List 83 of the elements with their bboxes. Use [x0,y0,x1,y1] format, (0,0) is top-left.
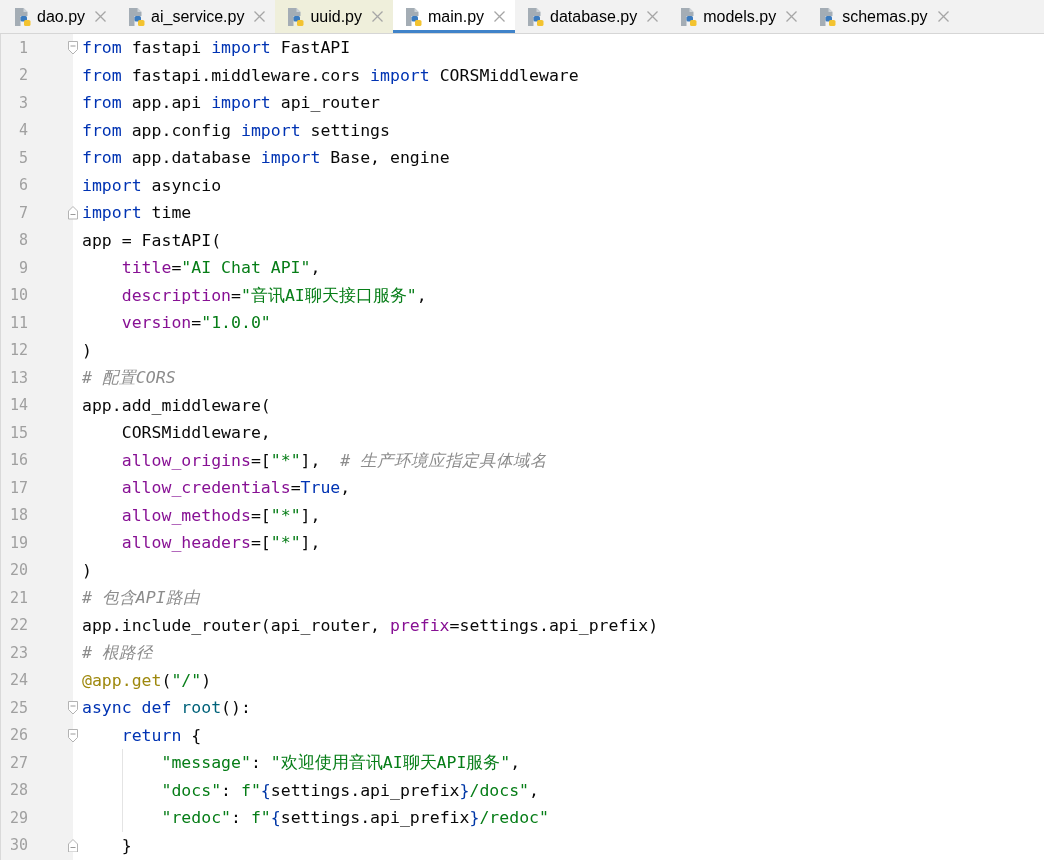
line-number: 26 [8,726,28,745]
code-line: # 配置CORS [82,367,176,389]
code-line: description="音讯AI聊天接口服务", [120,284,427,307]
fold-icon[interactable] [68,701,78,715]
line-number: 25 [8,698,28,717]
close-icon[interactable] [372,11,383,22]
code-line: allow_headers=["*"], [120,532,321,554]
code-line: from fastapi.middleware.cors import CORSMiddleware [82,64,579,87]
fold-icon[interactable] [68,728,78,742]
code-line: app.add_middleware( [82,394,271,417]
line-number: 4 [17,121,28,140]
code-line: allow_credentials=True, [120,477,351,499]
line-number: 3 [17,93,28,112]
line-number: 2 [17,66,28,85]
editor-tab[interactable]: database.py [515,0,669,33]
line-number: 22 [8,616,28,635]
fold-icon[interactable] [68,838,78,852]
line-number: 18 [8,506,28,525]
close-icon[interactable] [95,11,107,22]
line-number: 20 [8,561,28,580]
line-number: 16 [8,451,28,470]
code-line: async def root(): [82,697,251,719]
fold-icon[interactable] [68,206,78,220]
code-line: ) [82,559,92,582]
python-file-icon [528,7,545,26]
code-line: title="AI Chat API", [120,257,321,279]
code-line: # 根路径 [82,642,153,664]
code-line: from app.config import settings [82,119,390,142]
line-number: 30 [8,836,28,855]
editor-tab[interactable]: dao.py [2,0,117,33]
line-number: 9 [17,258,28,277]
python-file-icon [681,7,698,26]
python-file-icon [15,7,31,26]
code-line: allow_origins=["*"], # 生产环境应指定具体域名 [120,449,548,472]
line-number: 28 [8,781,28,800]
line-number: 24 [8,671,28,690]
line-number: 6 [17,176,28,195]
fold-icon[interactable] [68,41,78,55]
python-file-icon [129,7,146,26]
close-icon[interactable] [786,11,798,22]
code-line: app = FastAPI( [82,229,222,252]
line-number: 19 [8,533,28,552]
line-number: 21 [8,588,28,607]
editor-tab[interactable]: ai_service.py [116,0,276,33]
close-icon[interactable] [647,11,659,22]
python-file-icon [406,7,422,26]
code-line: # 包含API路由 [82,587,200,609]
editor-tab[interactable]: main.py [393,0,516,33]
line-number: 12 [8,341,28,360]
close-icon[interactable] [254,11,266,22]
line-number: 8 [17,231,28,250]
line-number: 5 [17,148,28,167]
line-number: 10 [8,286,28,305]
code-line: import asyncio [82,174,222,197]
line-number: 11 [8,313,28,332]
line-number: 1 [17,38,28,57]
close-icon[interactable] [494,11,506,22]
code-line: version="1.0.0" [120,312,271,334]
code-line: allow_methods=["*"], [120,504,321,527]
line-number: 15 [8,423,28,442]
line-number: 14 [8,396,28,415]
editor-tab[interactable]: uuid.py [275,0,393,33]
line-number: 13 [8,368,28,387]
code-line: from app.database import Base, engine [82,147,450,169]
code-line: import time [82,202,192,224]
line-number: 7 [17,203,28,222]
code-line: from fastapi import FastAPI [82,37,351,59]
code-line: CORSMiddleware, [120,422,271,444]
line-number: 27 [8,753,28,772]
line-number: 17 [8,478,28,497]
code-line: ) [82,339,92,362]
code-line: return { [120,724,202,747]
python-file-icon [820,7,837,26]
code-line: @app.get("/") [82,669,212,692]
code-line: } [120,834,132,857]
code-line: from app.api import api_router [82,92,381,114]
line-number: 29 [8,808,28,827]
code-line: app.include_router(api_router, prefix=settings.api_prefix) [82,614,659,637]
close-icon[interactable] [937,11,949,22]
line-number: 23 [8,643,28,662]
editor-tab[interactable]: schemas.py [807,0,959,33]
python-file-icon [288,7,305,26]
editor-tab[interactable]: models.py [668,0,808,33]
